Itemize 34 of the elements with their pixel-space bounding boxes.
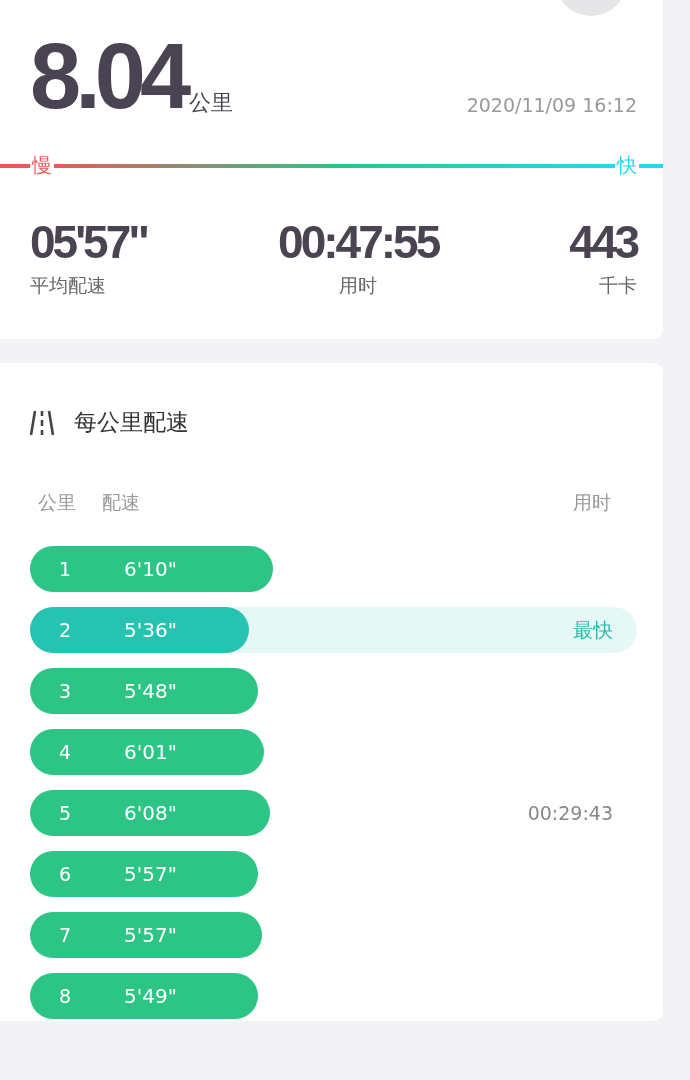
pace-value: 6'01" bbox=[124, 740, 177, 764]
column-header: 配速 bbox=[102, 490, 140, 515]
distance-value: 8.04 bbox=[30, 32, 186, 120]
split-time: 00:29:43 bbox=[527, 802, 613, 824]
km-number: 3 bbox=[57, 680, 73, 702]
stat-label: 用时 bbox=[339, 273, 378, 298]
fastest-label: 最快 bbox=[573, 616, 613, 644]
pace-value: 5'57" bbox=[124, 923, 177, 947]
km-number: 4 bbox=[57, 741, 73, 763]
km-number: 2 bbox=[57, 619, 73, 641]
run-datetime: 2020/11/09 16:12 bbox=[466, 94, 637, 116]
pace-value: 6'10" bbox=[124, 557, 177, 581]
splits-title: 每公里配速 bbox=[74, 408, 189, 437]
pace-value: 5'57" bbox=[124, 862, 177, 886]
km-number: 7 bbox=[57, 924, 73, 946]
pace-value: 5'48" bbox=[124, 679, 177, 703]
column-header: 公里 bbox=[38, 490, 76, 515]
pace-value: 5'49" bbox=[124, 984, 177, 1008]
road-icon bbox=[30, 409, 54, 436]
km-number: 6 bbox=[57, 863, 73, 885]
fast-label: 快 bbox=[615, 152, 638, 179]
pace-value: 5'36" bbox=[124, 618, 177, 642]
stat-label: 平均配速 bbox=[30, 273, 106, 298]
distance-unit: 公里 bbox=[189, 89, 234, 117]
stat-value: 00:47:55 bbox=[278, 219, 439, 265]
pace-value: 6'08" bbox=[124, 801, 177, 825]
stat-value: 443 bbox=[569, 219, 637, 265]
column-header: 用时 bbox=[573, 490, 611, 515]
km-number: 1 bbox=[57, 558, 73, 580]
km-number: 8 bbox=[57, 985, 73, 1007]
stat-value: 05'57" bbox=[30, 219, 148, 265]
slow-label: 慢 bbox=[30, 152, 53, 179]
km-number: 5 bbox=[57, 802, 73, 824]
stat-label: 千卡 bbox=[599, 273, 637, 298]
